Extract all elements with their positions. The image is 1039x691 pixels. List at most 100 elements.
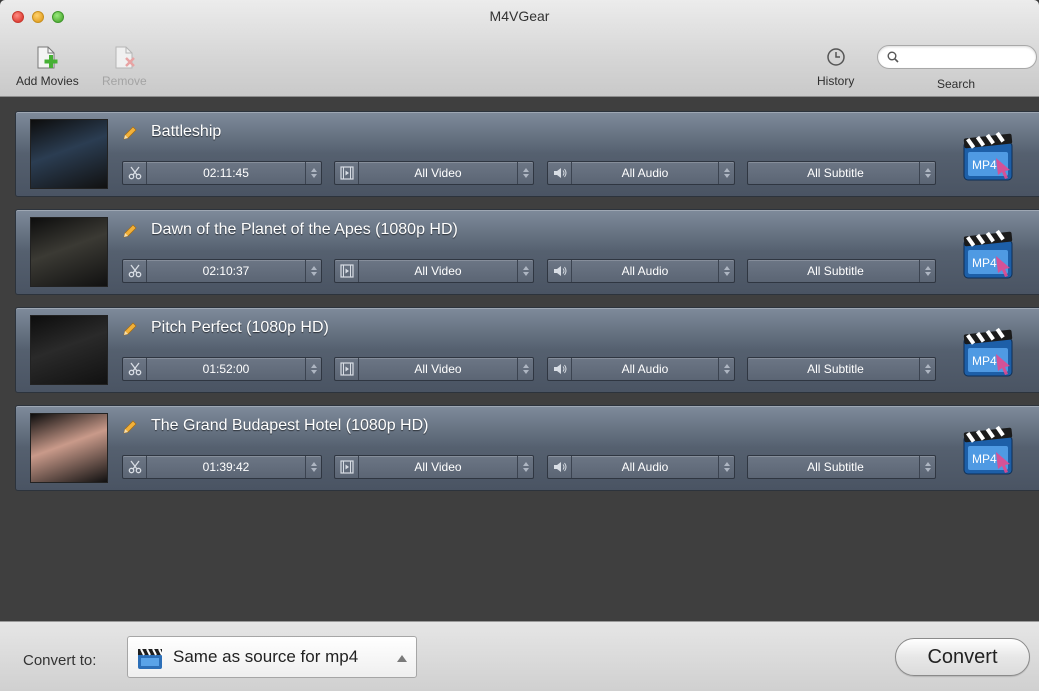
remove-button[interactable]: Remove	[102, 44, 147, 88]
speaker-icon	[554, 462, 567, 472]
mp4-badge-text: MP4	[972, 452, 997, 466]
video-film-icon	[340, 460, 354, 474]
stepper-arrows-icon	[724, 364, 730, 374]
edit-pencil-icon[interactable]	[122, 223, 138, 239]
edit-pencil-icon[interactable]	[122, 125, 138, 141]
movie-title: Battleship	[151, 123, 222, 140]
video-film-icon	[340, 264, 354, 278]
app-window: M4VGear Add Movies Remove History Search…	[0, 0, 1039, 691]
video-track-value: All Video	[414, 264, 462, 278]
speaker-icon	[554, 364, 567, 374]
history-label: History	[817, 74, 855, 88]
movie-title: The Grand Budapest Hotel (1080p HD)	[151, 417, 429, 434]
stepper-arrows-icon	[311, 168, 317, 178]
audio-track-value: All Audio	[621, 264, 669, 278]
video-track-value: All Video	[414, 460, 462, 474]
stepper-arrows-icon	[523, 462, 529, 472]
dropdown-up-arrow-icon	[397, 655, 407, 662]
duration-value: 02:11:45	[203, 166, 249, 180]
subtitle-track-value: All Subtitle	[807, 362, 864, 376]
movie-row: Battleship 02:11:45 All Video All Audio …	[15, 111, 1039, 197]
movie-poster	[30, 413, 108, 483]
scissors-icon	[128, 264, 142, 278]
stepper-arrows-icon	[311, 266, 317, 276]
bottom-bar: Convert to: Same as source for mp4 Conve…	[0, 621, 1039, 691]
video-track-value: All Video	[414, 166, 462, 180]
toolbar: M4VGear Add Movies Remove History Search	[0, 0, 1039, 97]
speaker-icon	[554, 266, 567, 276]
duration-value: 01:52:00	[202, 362, 250, 376]
remove-label: Remove	[102, 74, 147, 88]
video-film-icon	[340, 166, 354, 180]
stepper-arrows-icon	[311, 462, 317, 472]
search-icon	[887, 51, 899, 63]
movie-row: Pitch Perfect (1080p HD) 01:52:00 All Vi…	[15, 307, 1039, 393]
movie-title: Dawn of the Planet of the Apes (1080p HD…	[151, 221, 458, 238]
mp4-output-icon[interactable]: MP4	[960, 324, 1016, 380]
output-format-value: Same as source for mp4	[173, 647, 359, 666]
mp4-output-icon[interactable]: MP4	[960, 422, 1016, 478]
mp4-badge-text: MP4	[972, 354, 997, 368]
edit-pencil-icon[interactable]	[122, 419, 138, 435]
window-title: M4VGear	[489, 8, 550, 24]
scissors-icon	[128, 362, 142, 376]
stepper-arrows-icon	[724, 266, 730, 276]
stepper-arrows-icon	[724, 462, 730, 472]
mp4-output-icon[interactable]: MP4	[960, 226, 1016, 282]
edit-pencil-icon[interactable]	[122, 321, 138, 337]
video-track-select[interactable]: All Video	[334, 161, 534, 185]
movie-poster	[30, 119, 108, 189]
stepper-arrows-icon	[925, 168, 931, 178]
trim-duration-field[interactable]: 01:52:00	[122, 357, 322, 381]
subtitle-track-select[interactable]: All Subtitle	[747, 357, 936, 381]
stepper-arrows-icon	[925, 266, 931, 276]
search-field[interactable]	[877, 45, 1037, 69]
convert-to-label: Convert to:	[23, 652, 97, 669]
stepper-arrows-icon	[523, 364, 529, 374]
movie-title: Pitch Perfect (1080p HD)	[151, 319, 329, 336]
speaker-icon	[554, 168, 567, 178]
video-track-select[interactable]: All Video	[334, 357, 534, 381]
audio-track-value: All Audio	[621, 166, 669, 180]
stepper-arrows-icon	[523, 168, 529, 178]
subtitle-track-select[interactable]: All Subtitle	[747, 259, 936, 283]
add-movie-icon	[37, 46, 58, 69]
mp4-format-icon	[138, 648, 163, 669]
subtitle-track-value: All Subtitle	[807, 460, 864, 474]
subtitle-track-select[interactable]: All Subtitle	[747, 455, 936, 479]
mp4-output-icon[interactable]: MP4	[960, 128, 1016, 184]
stepper-arrows-icon	[311, 364, 317, 374]
audio-track-select[interactable]: All Audio	[547, 161, 735, 185]
convert-button[interactable]: Convert	[895, 638, 1030, 676]
audio-track-select[interactable]: All Audio	[547, 357, 735, 381]
subtitle-track-select[interactable]: All Subtitle	[747, 161, 936, 185]
subtitle-track-value: All Subtitle	[807, 166, 864, 180]
audio-track-select[interactable]: All Audio	[547, 455, 735, 479]
audio-track-select[interactable]: All Audio	[547, 259, 735, 283]
history-button[interactable]: History	[817, 44, 854, 88]
movie-poster	[30, 315, 108, 385]
stepper-arrows-icon	[925, 364, 931, 374]
scissors-icon	[128, 460, 142, 474]
scissors-icon	[128, 166, 142, 180]
mp4-badge-text: MP4	[972, 256, 997, 270]
movie-poster	[30, 217, 108, 287]
movie-row: The Grand Budapest Hotel (1080p HD) 01:3…	[15, 405, 1039, 491]
remove-movie-icon	[115, 46, 136, 69]
trim-duration-field[interactable]: 02:10:37	[122, 259, 322, 283]
movie-list: Battleship 02:11:45 All Video All Audio …	[15, 111, 1039, 503]
stepper-arrows-icon	[523, 266, 529, 276]
video-film-icon	[340, 362, 354, 376]
trim-duration-field[interactable]: 01:39:42	[122, 455, 322, 479]
video-track-select[interactable]: All Video	[334, 259, 534, 283]
stepper-arrows-icon	[724, 168, 730, 178]
output-format-select[interactable]: Same as source for mp4	[127, 636, 417, 678]
duration-value: 01:39:42	[202, 460, 250, 474]
subtitle-track-value: All Subtitle	[807, 264, 864, 278]
search-input[interactable]	[902, 48, 1030, 66]
video-track-select[interactable]: All Video	[334, 455, 534, 479]
video-track-value: All Video	[414, 362, 462, 376]
add-movies-button[interactable]: Add Movies	[16, 44, 79, 88]
audio-track-value: All Audio	[621, 460, 669, 474]
trim-duration-field[interactable]: 02:11:45	[122, 161, 322, 185]
